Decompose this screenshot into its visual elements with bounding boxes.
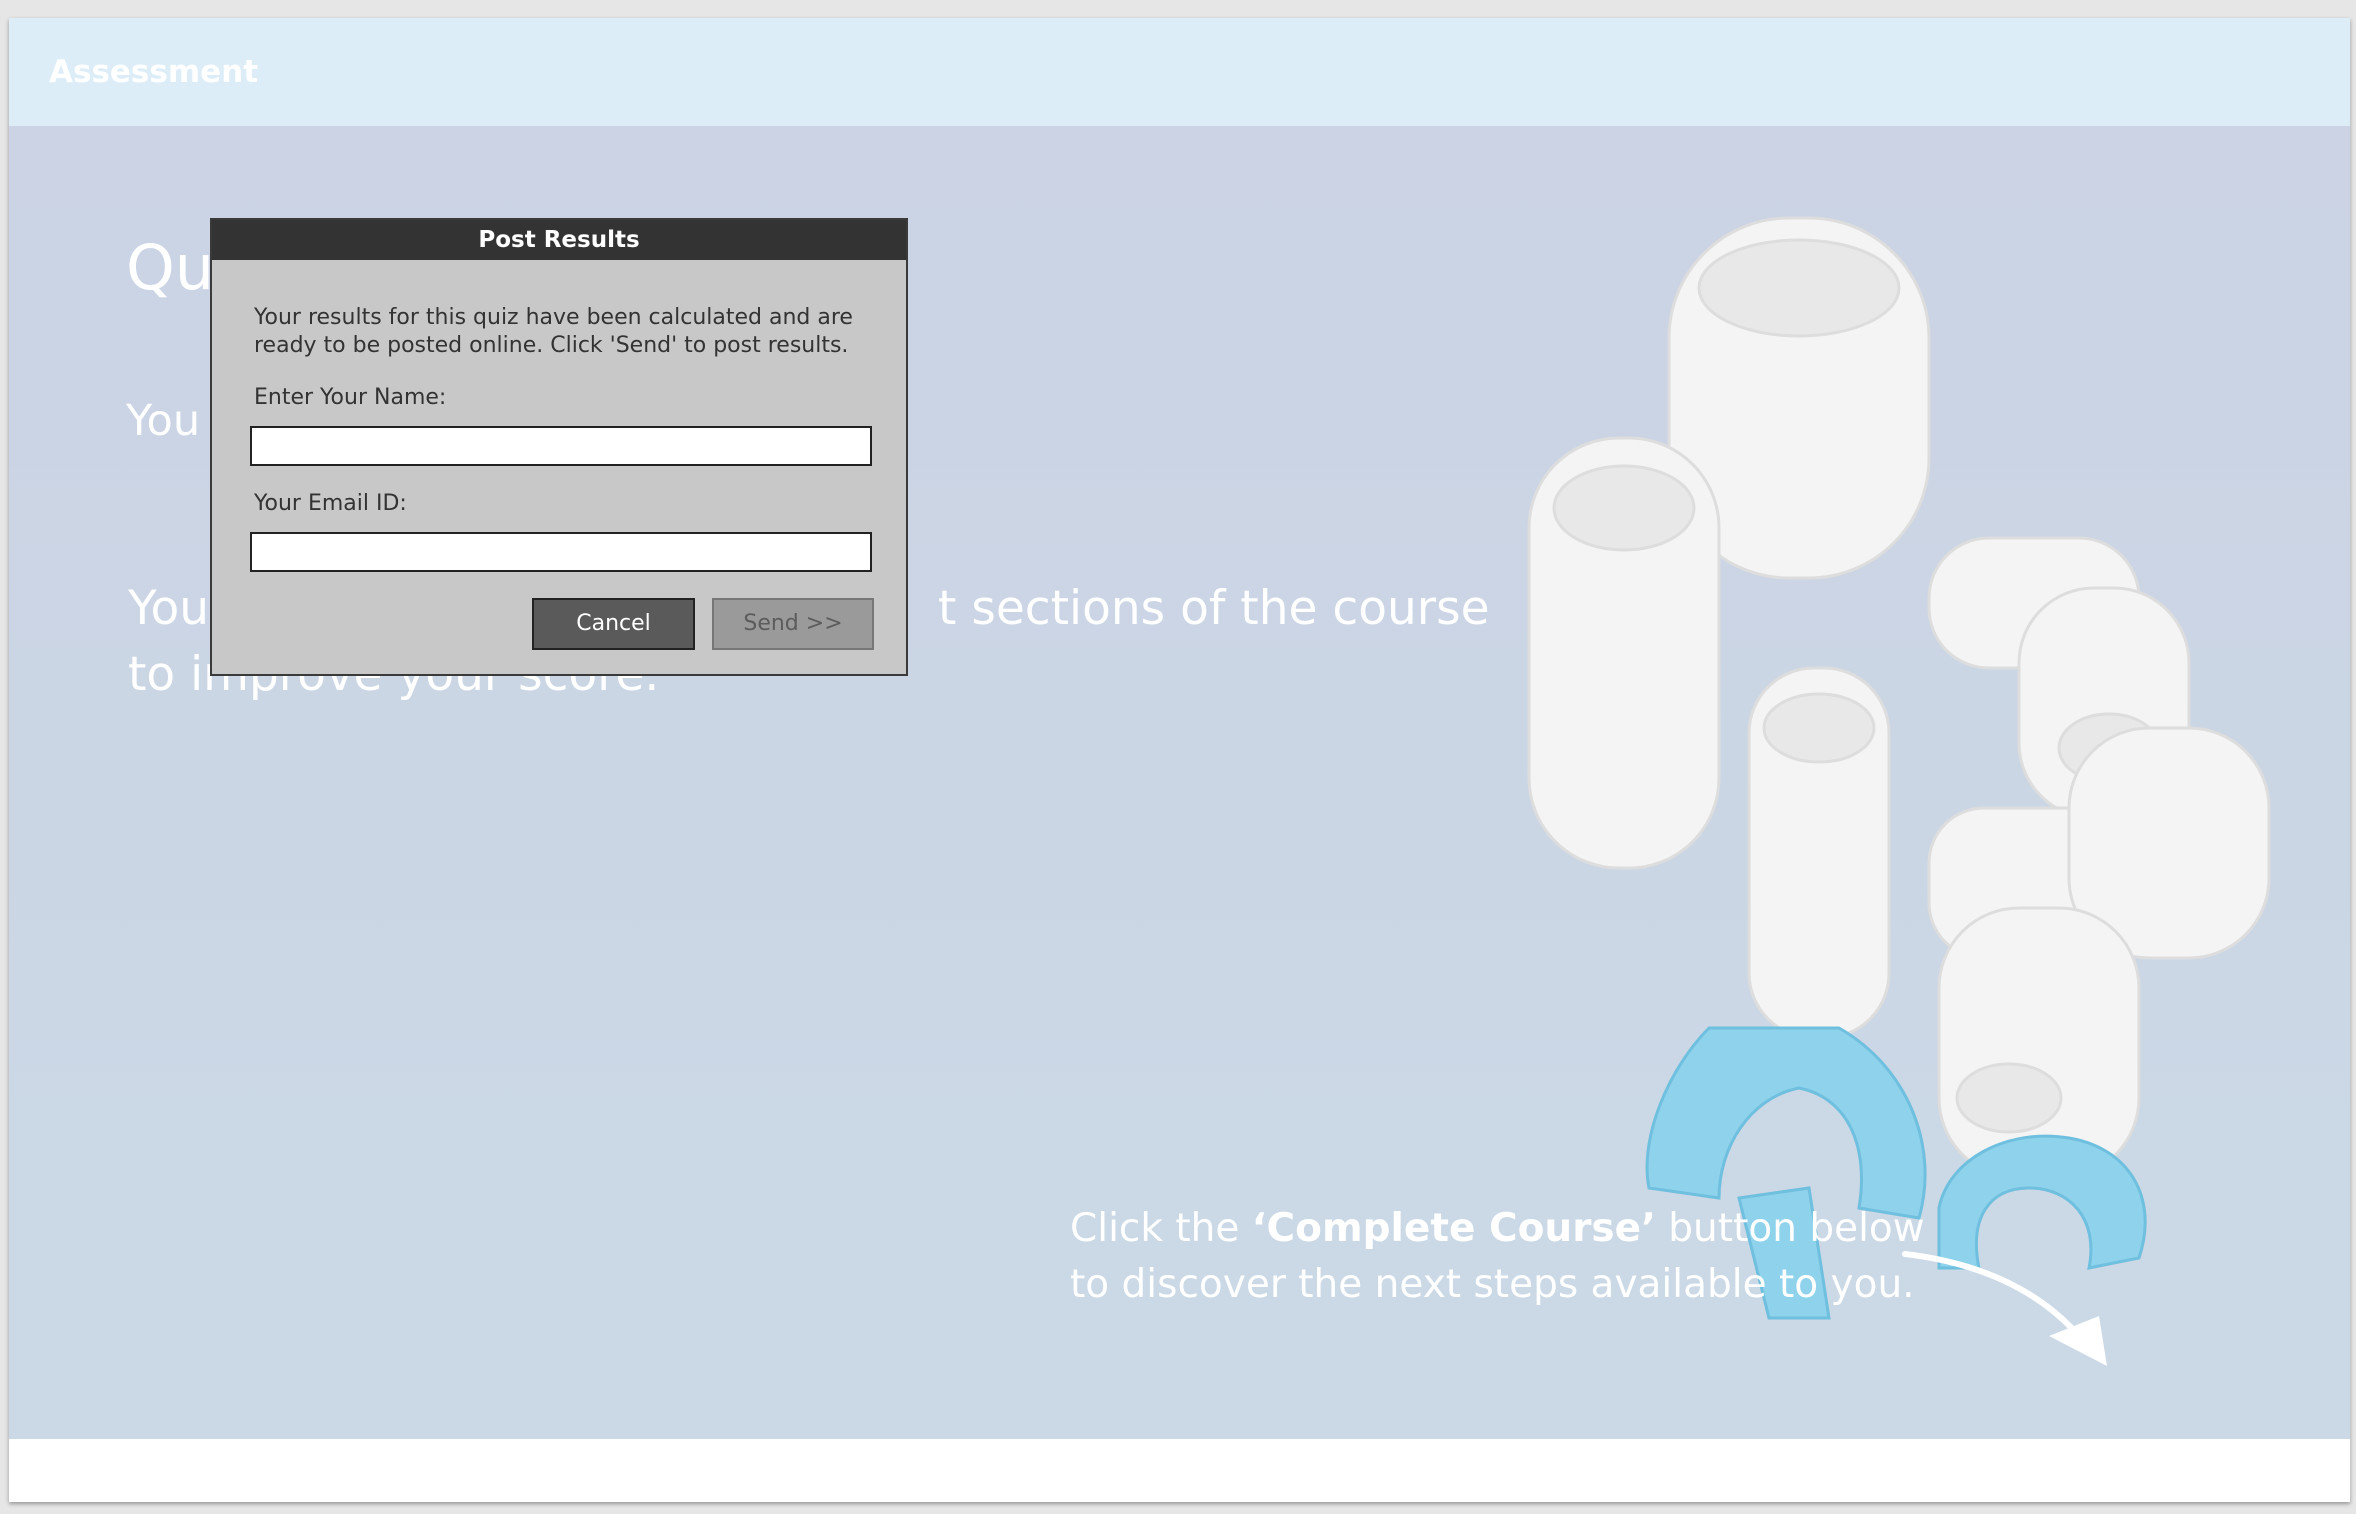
dialog-message: Your results for this quiz have been cal… [254, 305, 853, 358]
send-button[interactable]: Send >> [712, 598, 874, 650]
dialog-title: Post Results [212, 220, 906, 260]
quiz-heading: Qu [126, 231, 215, 304]
hint-emphasis: ‘Complete Course’ [1251, 1206, 1656, 1251]
pipe-fittings-image [1527, 216, 2271, 1320]
hint-prefix: Click the [1070, 1206, 1252, 1251]
curved-arrow-icon [1902, 1251, 2107, 1366]
result-paragraph-continued: t sections of the course [938, 581, 1490, 636]
header-bar: Assessment [9, 18, 2350, 126]
cancel-button[interactable]: Cancel [532, 598, 695, 650]
name-label: Enter Your Name: [254, 385, 447, 410]
complete-course-hint: Click the ‘Complete Course’ button below… [1070, 1201, 1925, 1313]
hint-suffix: button below [1655, 1206, 1925, 1251]
email-input[interactable] [250, 532, 872, 572]
page-title: Assessment [49, 54, 259, 90]
score-line: You [126, 396, 201, 446]
name-input[interactable] [250, 426, 872, 466]
post-results-dialog: Post Results Your results for this quiz … [210, 218, 908, 676]
hint-line-2: to discover the next steps available to … [1070, 1262, 1915, 1307]
email-label: Your Email ID: [254, 491, 407, 516]
footer-bar [9, 1439, 2350, 1502]
result-paragraph-start: You [128, 581, 210, 636]
